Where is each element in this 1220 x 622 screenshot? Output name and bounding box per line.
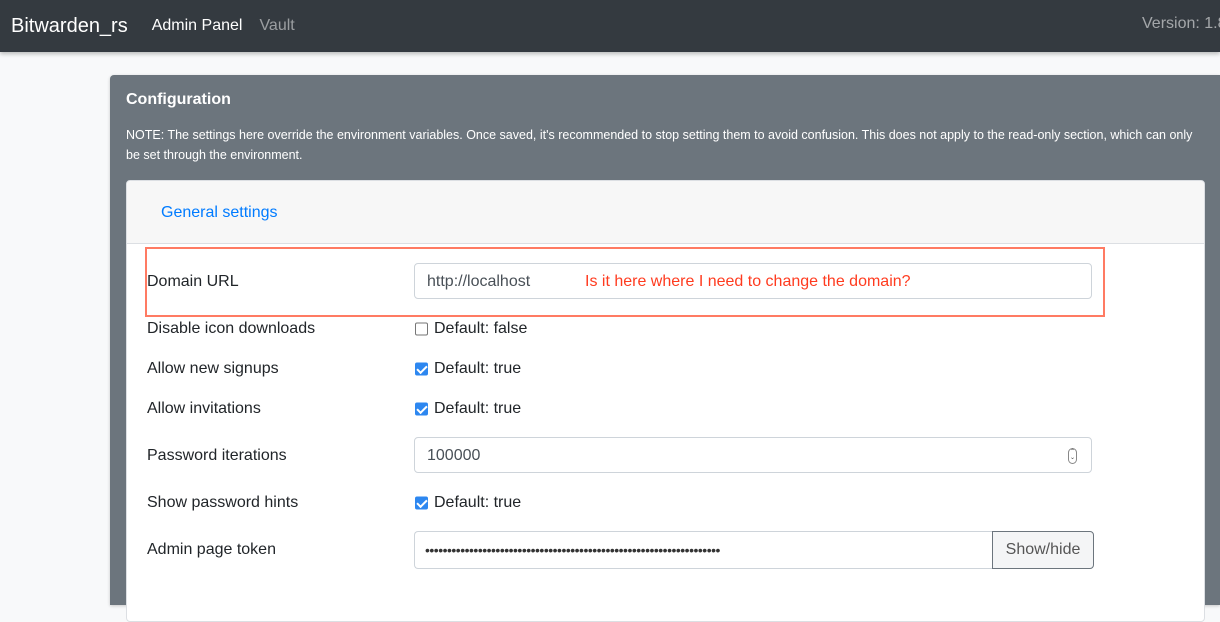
general-settings-header[interactable]: General settings — [127, 181, 1204, 244]
allow-new-signups-default: Default: true — [434, 360, 522, 377]
configuration-card: Configuration NOTE: The settings here ov… — [110, 75, 1220, 622]
nav-vault[interactable]: Vault — [259, 17, 294, 35]
admin-token-input[interactable]: ••••••••••••••••••••••••••••••••••••••••… — [414, 531, 993, 569]
allow-invitations-row: Allow invitations Default: true — [147, 390, 1097, 428]
show-hide-button[interactable]: Show/hide — [992, 531, 1094, 569]
admin-token-value: ••••••••••••••••••••••••••••••••••••••••… — [425, 542, 720, 558]
show-password-hints-row: Show password hints Default: true — [147, 484, 1097, 522]
domain-url-row: Domain URL http://localhost Is it here w… — [147, 263, 1097, 301]
config-title: Configuration — [126, 91, 231, 108]
admin-page-token-label: Admin page token — [147, 541, 276, 558]
general-settings-link[interactable]: General settings — [161, 204, 278, 222]
admin-page-token-row: Admin page token •••••••••••••••••••••••… — [147, 531, 1097, 569]
show-password-hints-default: Default: true — [434, 494, 522, 511]
allow-new-signups-row: Allow new signups Default: true — [147, 350, 1097, 388]
version-text: Version: 1.8 — [1142, 15, 1220, 32]
show-password-hints-label: Show password hints — [147, 494, 299, 511]
disable-icon-downloads-label: Disable icon downloads — [147, 320, 316, 337]
general-settings-card: General settings Domain URL http://local… — [126, 180, 1205, 622]
password-iterations-label: Password iterations — [147, 447, 287, 464]
top-navbar: Bitwarden_rs Admin Panel Vault Version: … — [0, 0, 1220, 52]
allow-new-signups-label: Allow new signups — [147, 360, 279, 377]
domain-url-label: Domain URL — [147, 273, 239, 290]
disable-icon-downloads-checkbox[interactable] — [415, 322, 428, 336]
password-iterations-value: 100000 — [427, 447, 481, 464]
allow-invitations-label: Allow invitations — [147, 400, 261, 417]
allow-invitations-checkbox[interactable] — [415, 402, 428, 416]
disable-icon-downloads-default: Default: false — [434, 320, 528, 337]
nav-admin-panel[interactable]: Admin Panel — [152, 17, 243, 35]
disable-icon-downloads-row: Disable icon downloads Default: false — [147, 310, 1097, 348]
brand-title[interactable]: Bitwarden_rs — [11, 15, 128, 38]
annotation-text: Is it here where I need to change the do… — [585, 273, 911, 290]
password-iterations-input[interactable]: 100000 ⌃ ⌄ — [414, 437, 1092, 473]
password-iterations-row: Password iterations 100000 ⌃ ⌄ — [147, 437, 1097, 475]
domain-url-input[interactable]: http://localhost Is it here where I need… — [414, 263, 1092, 299]
allow-invitations-default: Default: true — [434, 400, 522, 417]
number-stepper-icon[interactable]: ⌃ ⌄ — [1068, 448, 1077, 464]
show-password-hints-checkbox[interactable] — [415, 496, 428, 510]
allow-new-signups-checkbox[interactable] — [415, 362, 428, 376]
domain-url-value: http://localhost — [427, 273, 531, 290]
config-note: NOTE: The settings here override the env… — [126, 128, 1193, 162]
